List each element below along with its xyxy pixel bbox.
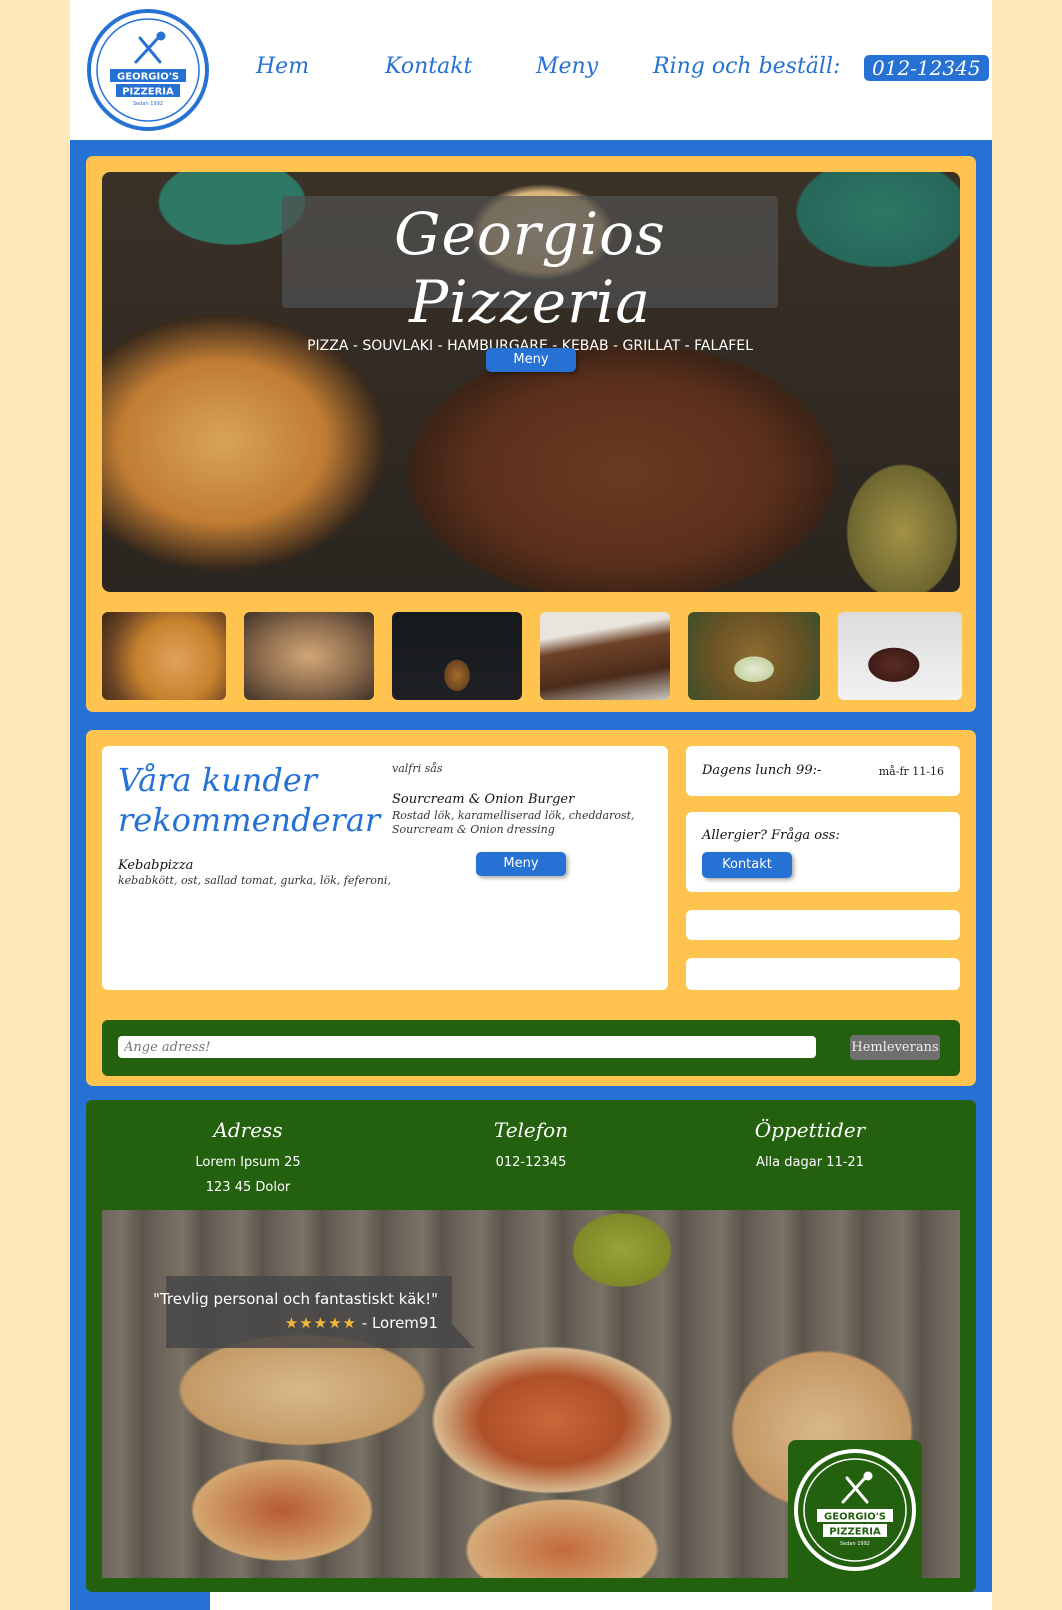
footer-logo-box: GEORGIO'S PIZZERIA Sedan 1992 [788,1440,922,1590]
footer-hours: Öppettider Alla dagar 11-21 [680,1118,940,1175]
recommend-title: Våra kunder rekommenderar [118,760,380,840]
recommend-menu-button[interactable]: Meny [476,852,566,876]
footer-logo-since: Sedan 1992 [840,1541,870,1547]
phone-heading: Telefon [493,1118,569,1142]
nav-item-contact[interactable]: Kontakt [385,54,472,79]
logo[interactable]: GEORGIO'S PIZZERIA Sedan 1992 [86,8,210,132]
header: GEORGIO'S PIZZERIA Sedan 1992 Hem Kontak… [70,0,992,140]
thumb-falafel[interactable] [688,612,820,700]
contact-button[interactable]: Kontakt [702,852,792,878]
hero-image: Georgios Pizzeria PIZZA - SOUVLAKI - HAM… [102,172,960,592]
address-input[interactable] [118,1036,816,1058]
hero-title-box: Georgios Pizzeria PIZZA - SOUVLAKI - HAM… [282,196,778,354]
phone-badge[interactable]: 012-12345 [864,55,989,81]
nav-item-menu[interactable]: Meny [536,54,598,79]
thumb-burger[interactable] [392,612,522,700]
recommend-title-line1: Våra kunder [118,761,318,799]
page: GEORGIO'S PIZZERIA Sedan 1992 Hem Kontak… [70,0,992,1610]
allergy-card: Allergier? Fråga oss: Kontakt [686,812,960,892]
lunch-card: Dagens lunch 99:- må-fr 11-16 [686,746,960,796]
recommend-card: Våra kunder rekommenderar Kebabpizza keb… [102,746,668,990]
review-author: - Lorem91 [361,1314,438,1332]
thumb-kebab[interactable] [540,612,670,700]
phone-text[interactable]: 012-12345 [401,1150,661,1175]
footer-phone: Telefon 012-12345 [401,1118,661,1175]
item1-desc: kebabkött, ost, sallad tomat, gurka, lök… [118,874,391,887]
thumb-souvlaki[interactable] [244,612,374,700]
thumb-steak[interactable] [838,612,962,700]
item1-desc-cont: valfri sås [392,762,443,775]
hero-title: Georgios Pizzeria [394,200,666,336]
item1-name: Kebabpizza [118,858,194,873]
delivery-bar: Hemleverans [102,1020,960,1076]
review-author-line: ★★★★★ - Lorem91 [285,1314,438,1332]
lunch-time: må-fr 11-16 [878,765,944,778]
hours-text: Alla dagar 11-21 [756,1155,864,1170]
hero-menu-button[interactable]: Meny [486,348,576,372]
footer-logo-text-top: GEORGIO'S [824,1512,886,1523]
home-delivery-button[interactable]: Hemleverans [850,1035,940,1060]
address-line2: 123 45 Dolor [205,1180,291,1195]
logo-text-bottom: PIZZERIA [122,87,174,98]
hours-heading: Öppettider [754,1118,866,1142]
empty-card-1 [686,910,960,940]
footer-address: Adress Lorem Ipsum 25 123 45 Dolor [118,1118,378,1200]
nav-item-home[interactable]: Hem [256,54,309,79]
star-rating-icon: ★★★★★ [284,1314,357,1332]
bottom-strip [210,1592,992,1610]
allergy-label: Allergier? Fråga oss: [702,828,840,843]
address-text: Lorem Ipsum 25 123 45 Dolor [118,1150,378,1200]
recommend-title-line2: rekommenderar [118,801,381,839]
item2-desc-line2: Sourcream & Onion dressing [392,823,555,836]
address-line1: Lorem Ipsum 25 [195,1155,301,1170]
review-box: "Trevlig personal och fantastiskt käk!" … [153,1276,452,1348]
logo-since: Sedan 1992 [133,101,163,107]
lunch-price: Dagens lunch 99:- [702,763,822,778]
call-order-label: Ring och beställ: [653,54,841,79]
thumb-pizza[interactable] [102,612,226,700]
footer-logo-text-bottom: PIZZERIA [829,1527,881,1538]
address-heading: Adress [213,1118,283,1142]
review-pointer [452,1324,474,1348]
logo-text-top: GEORGIO'S [117,72,179,83]
footer-logo[interactable]: GEORGIO'S PIZZERIA Sedan 1992 [793,1448,917,1572]
info-panel: Våra kunder rekommenderar Kebabpizza keb… [86,730,976,1086]
review-quote: "Trevlig personal och fantastiskt käk!" [153,1290,438,1308]
hero-panel: Georgios Pizzeria PIZZA - SOUVLAKI - HAM… [86,156,976,712]
empty-card-2 [686,958,960,990]
item2-desc-line1: Rostad lök, karamelliserad lök, cheddaro… [392,809,635,822]
item2-name: Sourcream & Onion Burger [392,792,575,807]
